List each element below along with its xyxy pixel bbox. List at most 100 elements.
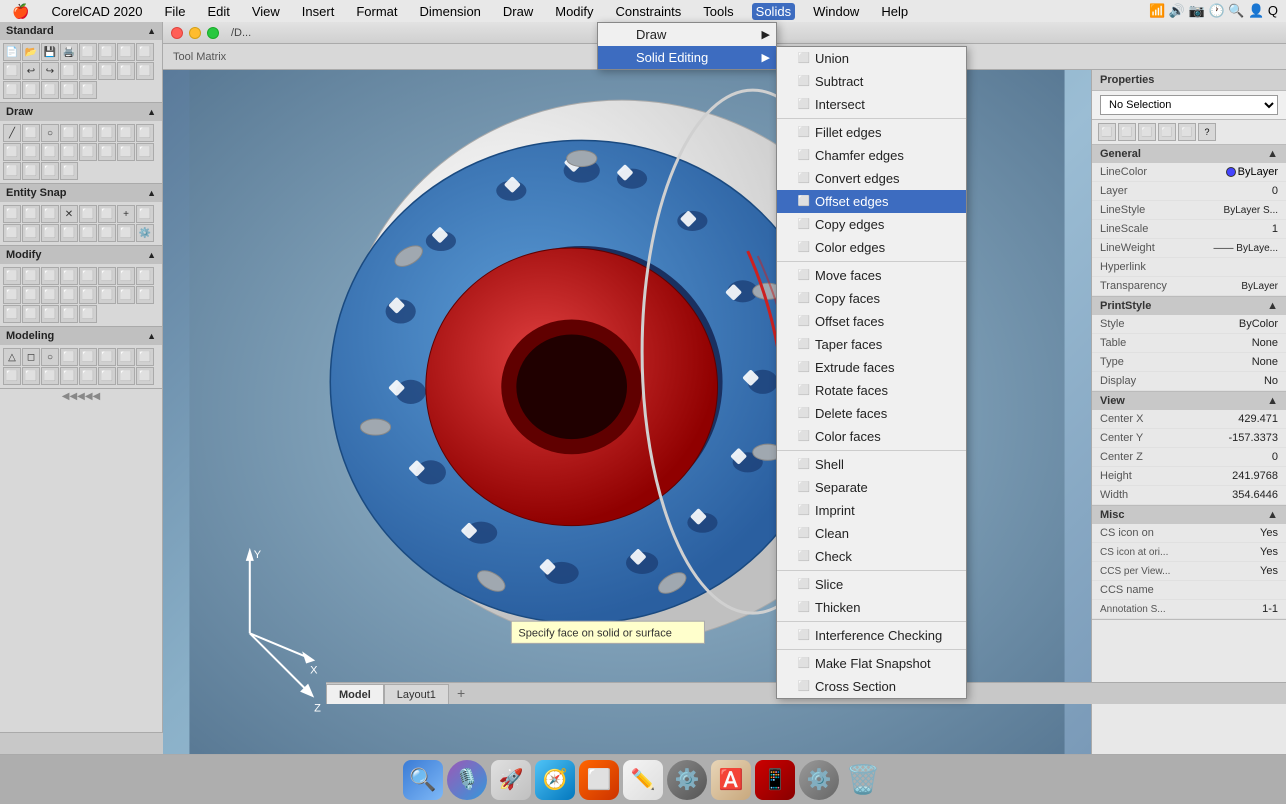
modify-t19[interactable]: ⬜ — [41, 305, 59, 323]
modify-t7[interactable]: ⬜ — [117, 267, 135, 285]
tool-t3[interactable]: ⬜ — [117, 43, 135, 61]
tool-t14[interactable]: ⬜ — [22, 81, 40, 99]
modeling-t2[interactable]: ◻ — [22, 348, 40, 366]
tool-t7[interactable]: ↪ — [41, 62, 59, 80]
draw-t15[interactable]: ⬜ — [117, 143, 135, 161]
draw-t20[interactable]: ⬜ — [60, 162, 78, 180]
snap-t1[interactable]: ⬜ — [3, 205, 21, 223]
dock-siri[interactable]: 🎙️ — [447, 760, 487, 800]
menu-union[interactable]: ⬜ Union — [777, 47, 966, 70]
modify-t11[interactable]: ⬜ — [41, 286, 59, 304]
sidebar-entity-snap-header[interactable]: Entity Snap ▲ — [0, 184, 162, 202]
menu-offset-faces[interactable]: ⬜ Offset faces — [777, 310, 966, 333]
menu-offset-edges[interactable]: ⬜ Offset edges — [777, 190, 966, 213]
modify-t9[interactable]: ⬜ — [3, 286, 21, 304]
sidebar-standard-header[interactable]: Standard ▲ — [0, 22, 162, 40]
modify-t5[interactable]: ⬜ — [79, 267, 97, 285]
modeling-t10[interactable]: ⬜ — [22, 367, 40, 385]
tool-t8[interactable]: ⬜ — [60, 62, 78, 80]
tool-t16[interactable]: ⬜ — [60, 81, 78, 99]
tool-t4[interactable]: ⬜ — [136, 43, 154, 61]
snap-t14[interactable]: ⬜ — [98, 224, 116, 242]
modify-t6[interactable]: ⬜ — [98, 267, 116, 285]
menu-solids[interactable]: Solids — [752, 3, 795, 20]
props-icon-6[interactable]: ? — [1198, 123, 1216, 141]
menu-subtract[interactable]: ⬜ Subtract — [777, 70, 966, 93]
modeling-t14[interactable]: ⬜ — [98, 367, 116, 385]
draw-t17[interactable]: ⬜ — [3, 162, 21, 180]
tab-model[interactable]: Model — [326, 684, 384, 704]
menu-tools[interactable]: Tools — [699, 3, 737, 20]
modify-t20[interactable]: ⬜ — [60, 305, 78, 323]
draw-t7[interactable]: ⬜ — [117, 124, 135, 142]
tool-t11[interactable]: ⬜ — [117, 62, 135, 80]
menu-make-flat-snapshot[interactable]: ⬜ Make Flat Snapshot — [777, 652, 966, 675]
snap-t2[interactable]: ⬜ — [22, 205, 40, 223]
tool-t1[interactable]: ⬜ — [79, 43, 97, 61]
props-icon-2[interactable]: ⬜ — [1118, 123, 1136, 141]
menu-fillet-edges[interactable]: ⬜ Fillet edges — [777, 121, 966, 144]
modeling-t9[interactable]: ⬜ — [3, 367, 21, 385]
menu-cross-section[interactable]: ⬜ Cross Section — [777, 675, 966, 698]
snap-t10[interactable]: ⬜ — [22, 224, 40, 242]
menu-copy-edges[interactable]: ⬜ Copy edges — [777, 213, 966, 236]
props-view-header[interactable]: View ▲ — [1092, 392, 1286, 410]
traffic-light-fullscreen[interactable] — [207, 27, 219, 39]
menu-extrude-faces[interactable]: ⬜ Extrude faces — [777, 356, 966, 379]
snap-t15[interactable]: ⬜ — [117, 224, 135, 242]
menu-taper-faces[interactable]: ⬜ Taper faces — [777, 333, 966, 356]
snap-t16[interactable]: ⚙️ — [136, 224, 154, 242]
menu-chamfer-edges[interactable]: ⬜ Chamfer edges — [777, 144, 966, 167]
menu-copy-faces[interactable]: ⬜ Copy faces — [777, 287, 966, 310]
snap-t9[interactable]: ⬜ — [3, 224, 21, 242]
menu-item-solid-editing[interactable]: Solid Editing ▶ ⬜ Union ⬜ Subtract ⬜ Int… — [598, 46, 776, 69]
modeling-t6[interactable]: ⬜ — [98, 348, 116, 366]
dock-trash[interactable]: 🗑️ — [843, 760, 883, 800]
tool-new[interactable]: 📄 — [3, 43, 21, 61]
draw-t3[interactable]: ○ — [41, 124, 59, 142]
tool-t17[interactable]: ⬜ — [79, 81, 97, 99]
modify-t21[interactable]: ⬜ — [79, 305, 97, 323]
menu-move-faces[interactable]: ⬜ Move faces — [777, 264, 966, 287]
modeling-t16[interactable]: ⬜ — [136, 367, 154, 385]
draw-t19[interactable]: ⬜ — [41, 162, 59, 180]
menu-view[interactable]: View — [248, 3, 284, 20]
sidebar-draw-header[interactable]: Draw ▲ — [0, 103, 162, 121]
modeling-t8[interactable]: ⬜ — [136, 348, 154, 366]
draw-t10[interactable]: ⬜ — [22, 143, 40, 161]
snap-t12[interactable]: ⬜ — [60, 224, 78, 242]
modify-t12[interactable]: ⬜ — [60, 286, 78, 304]
menu-corelcad[interactable]: CorelCAD 2020 — [47, 3, 146, 20]
dock-safari[interactable]: 🧭 — [535, 760, 575, 800]
draw-t1[interactable]: ╱ — [3, 124, 21, 142]
menu-check[interactable]: ⬜ Check — [777, 545, 966, 568]
menu-shell[interactable]: ⬜ Shell — [777, 453, 966, 476]
dock-font-book[interactable]: 🅰️ — [711, 760, 751, 800]
modeling-t12[interactable]: ⬜ — [60, 367, 78, 385]
menu-intersect[interactable]: ⬜ Intersect — [777, 93, 966, 116]
menu-format[interactable]: Format — [352, 3, 401, 20]
snap-t7[interactable]: + — [117, 205, 135, 223]
snap-t3[interactable]: ⬜ — [41, 205, 59, 223]
menu-separate[interactable]: ⬜ Separate — [777, 476, 966, 499]
draw-t13[interactable]: ⬜ — [79, 143, 97, 161]
dock-parallel[interactable]: 📱 — [755, 760, 795, 800]
tool-t5[interactable]: ⬜ — [3, 62, 21, 80]
tool-open[interactable]: 📂 — [22, 43, 40, 61]
props-printstyle-header[interactable]: PrintStyle ▲ — [1092, 297, 1286, 315]
menu-file[interactable]: File — [160, 3, 189, 20]
menu-insert[interactable]: Insert — [298, 3, 339, 20]
menu-window[interactable]: Window — [809, 3, 863, 20]
draw-t11[interactable]: ⬜ — [41, 143, 59, 161]
menu-color-faces[interactable]: ⬜ Color faces — [777, 425, 966, 448]
tool-t9[interactable]: ⬜ — [79, 62, 97, 80]
draw-t5[interactable]: ⬜ — [79, 124, 97, 142]
draw-t18[interactable]: ⬜ — [22, 162, 40, 180]
menu-constraints[interactable]: Constraints — [612, 3, 686, 20]
modify-t2[interactable]: ⬜ — [22, 267, 40, 285]
menu-imprint[interactable]: ⬜ Imprint — [777, 499, 966, 522]
modeling-t5[interactable]: ⬜ — [79, 348, 97, 366]
menu-draw[interactable]: Draw — [499, 3, 537, 20]
menu-slice[interactable]: ⬜ Slice — [777, 573, 966, 596]
dock-settings[interactable]: ⚙️ — [667, 760, 707, 800]
